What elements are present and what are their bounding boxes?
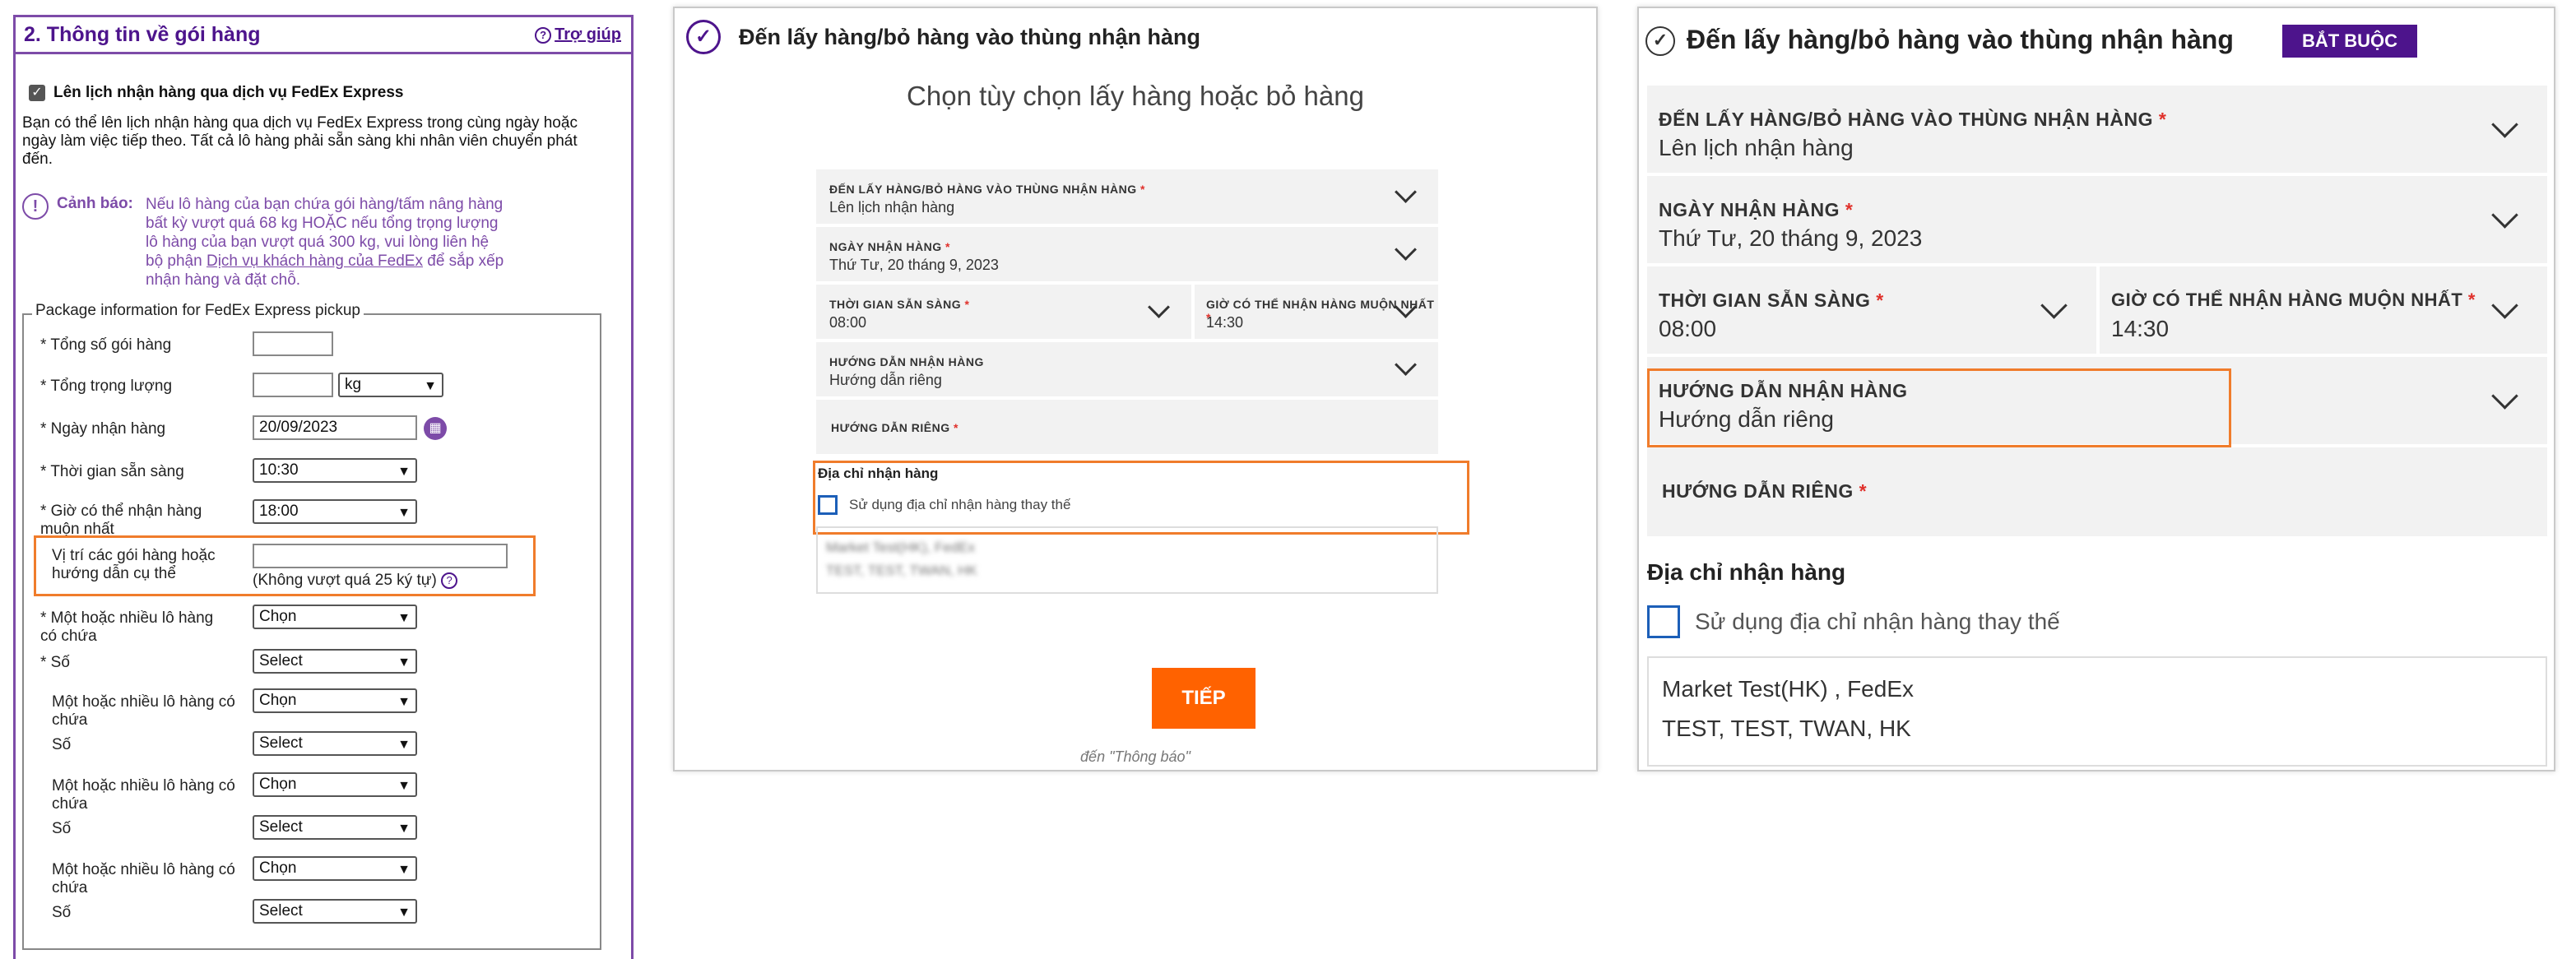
required-badge: BẮT BUỘC (2282, 25, 2417, 58)
contains-label: Một hoặc nhiều lô hàng có chứa (52, 693, 235, 729)
alt-address-checkbox[interactable] (1647, 605, 1680, 638)
total-packages-input[interactable] (253, 331, 333, 356)
ready-time-label: * Thời gian sẵn sàng (40, 463, 184, 480)
chevron-down-icon: ▼ (397, 656, 411, 669)
special-instructions-field[interactable]: HƯỚNG DẪN RIÊNG * (1647, 447, 2547, 536)
alt-address-label: Sử dụng địa chỉ nhận hàng thay thế (1695, 609, 2060, 634)
schedule-description: Bạn có thể lên lịch nhận hàng qua dịch v… (22, 114, 578, 168)
zoomed-pickup-panel: ✓ Đến lấy hàng/bỏ hàng vào thùng nhận hà… (1637, 7, 2555, 771)
chevron-down-icon: ▼ (397, 779, 411, 793)
pickup-instructions-field[interactable]: HƯỚNG DẪN NHẬN HÀNG Hướng dẫn riêng (816, 342, 1438, 396)
next-hint: đến "Thông báo" (1080, 748, 1191, 765)
address-title: Địa chỉ nhận hàng (1647, 559, 1846, 585)
contains-label: Một hoặc nhiều lô hàng có chứa (52, 861, 235, 896)
warning-text: Nếu lô hàng của bạn chứa gói hàng/tấm nâ… (146, 196, 504, 289)
contains-label: Một hoặc nhiều lô hàng có chứa (52, 777, 235, 813)
chevron-down-icon (2491, 382, 2518, 410)
section-header: Đến lấy hàng/bỏ hàng vào thùng nhận hàng (739, 25, 1201, 49)
contains-select[interactable]: Chọn ▼ (253, 772, 417, 797)
pickup-date-label: * Ngày nhận hàng (40, 420, 166, 438)
highlight-box (1647, 368, 2231, 447)
address-line-1: Market Test(HK), FedEx (826, 540, 976, 555)
address-title: Địa chỉ nhận hàng (818, 466, 939, 481)
chevron-down-icon (1148, 296, 1170, 318)
customer-service-link[interactable]: Dịch vụ khách hàng của FedEx (207, 252, 423, 270)
chevron-down-icon: ▼ (397, 506, 411, 520)
calendar-icon[interactable]: ▦ (424, 417, 447, 440)
dropoff-field[interactable]: ĐẾN LẤY HÀNG/BỎ HÀNG VÀO THÙNG NHẬN HÀNG… (816, 169, 1438, 224)
warning-label: Cảnh báo: (57, 195, 133, 212)
check-circle-icon: ✓ (1645, 26, 1675, 56)
address-box: Market Test(HK), FedEx TEST, TEST, TWAN,… (816, 526, 1438, 594)
chevron-down-icon (2040, 292, 2068, 319)
total-weight-input[interactable] (253, 373, 333, 397)
chevron-down-icon: ▼ (397, 738, 411, 752)
pickup-date-field[interactable]: NGÀY NHẬN HÀNG * Thứ Tư, 20 tháng 9, 202… (1647, 176, 2547, 263)
chevron-down-icon: ▼ (424, 379, 437, 393)
contains-label: * Một hoặc nhiều lô hàng có chứa (40, 609, 214, 645)
chevron-down-icon: ▼ (397, 695, 411, 709)
legacy-package-info-panel: 2. Thông tin về gói hàng ? Trợ giúp ✓ Lên… (13, 15, 634, 959)
section-header: Đến lấy hàng/bỏ hàng vào thùng nhận hàng (1687, 25, 2234, 54)
check-circle-icon: ✓ (686, 20, 721, 54)
weight-unit-select[interactable]: kg ▼ (338, 373, 443, 397)
panel-title: 2. Thông tin về gói hàng (24, 23, 261, 46)
contains-select[interactable]: Chọn ▼ (253, 856, 417, 881)
address-line-2: TEST, TEST, TWAN, HK (826, 563, 977, 578)
help-icon: ? (535, 27, 552, 44)
number-label: Số (52, 904, 72, 921)
chevron-down-icon: ▼ (397, 906, 411, 920)
ready-time-field[interactable]: THỜI GIAN SẴN SÀNG * 08:00 (1647, 266, 2096, 354)
number-select[interactable]: Select ▼ (253, 815, 417, 840)
location-hint: (Không vượt quá 25 ký tự) ? (253, 572, 499, 590)
alt-address-label: Sử dụng địa chỉ nhận hàng thay thế (849, 497, 1071, 512)
schedule-pickup-label: Lên lịch nhận hàng qua dịch vụ FedEx Exp… (53, 84, 404, 101)
number-select[interactable]: Select ▼ (253, 649, 417, 674)
contains-select[interactable]: Chọn ▼ (253, 605, 417, 629)
latest-time-label: * Giờ có thể nhận hàng muộn nhất (40, 503, 202, 538)
chevron-down-icon: ▼ (397, 863, 411, 877)
warning-icon: ! (22, 193, 49, 220)
chevron-down-icon (1395, 181, 1417, 203)
pickup-date-input[interactable]: 20/09/2023 (253, 415, 417, 440)
address-line-1: Market Test(HK) , FedEx (1662, 676, 1915, 702)
chevron-down-icon: ▼ (397, 611, 411, 625)
next-button[interactable]: TIẾP (1152, 668, 1256, 729)
dropoff-field[interactable]: ĐẾN LẤY HÀNG/BỎ HÀNG VÀO THÙNG NHẬN HÀNG… (1647, 86, 2547, 173)
number-label: * Số (40, 654, 70, 671)
ready-time-field[interactable]: THỜI GIAN SẴN SÀNG * 08:00 (816, 285, 1191, 339)
latest-time-field[interactable]: GIỜ CÓ THỂ NHẬN HÀNG MUỘN NHẤT * 14:30 (1195, 285, 1438, 339)
chevron-down-icon (1395, 354, 1417, 376)
location-label: Vị trí các gói hàng hoặc hướng dẫn cụ th… (52, 547, 216, 582)
chevron-down-icon: ▼ (397, 822, 411, 836)
location-input[interactable] (253, 544, 508, 568)
ready-time-select[interactable]: 10:30 ▼ (253, 458, 417, 483)
address-box: Market Test(HK) , FedEx TEST, TEST, TWAN… (1647, 656, 2547, 767)
contains-select[interactable]: Chọn ▼ (253, 688, 417, 713)
new-pickup-panel: ✓ Đến lấy hàng/bỏ hàng vào thùng nhận hà… (673, 7, 1598, 771)
total-packages-label: * Tổng số gói hàng (40, 336, 172, 354)
help-link[interactable]: ? Trợ giúp (535, 25, 621, 44)
chevron-down-icon (2491, 111, 2518, 138)
chevron-down-icon (2491, 202, 2518, 229)
schedule-pickup-checkbox[interactable]: ✓ (29, 85, 45, 101)
number-label: Số (52, 736, 72, 753)
address-line-2: TEST, TEST, TWAN, HK (1662, 716, 1911, 741)
help-icon[interactable]: ? (441, 572, 458, 589)
pickup-date-field[interactable]: NGÀY NHẬN HÀNG * Thứ Tư, 20 tháng 9, 202… (816, 227, 1438, 281)
section-subtitle: Chọn tùy chọn lấy hàng hoặc bỏ hàng (907, 81, 1364, 111)
number-select[interactable]: Select ▼ (253, 899, 417, 924)
fieldset-legend: Package information for FedEx Express pi… (32, 302, 364, 320)
number-select[interactable]: Select ▼ (253, 731, 417, 756)
latest-time-field[interactable]: GIỜ CÓ THỂ NHẬN HÀNG MUỘN NHẤT * 14:30 (2100, 266, 2547, 354)
number-label: Số (52, 820, 72, 837)
latest-time-select[interactable]: 18:00 ▼ (253, 499, 417, 524)
alt-address-checkbox[interactable] (818, 495, 838, 515)
special-instructions-field[interactable]: HƯỚNG DẪN RIÊNG * (816, 400, 1438, 454)
chevron-down-icon (1395, 239, 1417, 261)
total-weight-label: * Tổng trọng lượng (40, 378, 173, 395)
chevron-down-icon: ▼ (397, 465, 411, 479)
panel-header: 2. Thông tin về gói hàng ? Trợ giúp (16, 17, 631, 54)
